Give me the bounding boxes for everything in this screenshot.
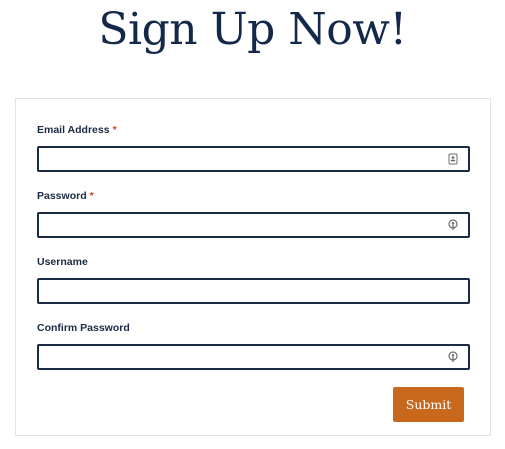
- username-field-box: [37, 278, 470, 304]
- confirm-password-label-text: Confirm Password: [37, 322, 130, 334]
- confirm-password-field-box: [37, 344, 470, 370]
- submit-button[interactable]: Submit: [393, 387, 464, 422]
- signup-form: Email Address * Password * Username Confir…: [15, 98, 491, 436]
- username-field[interactable]: [39, 280, 468, 302]
- confirm-password-field[interactable]: [39, 346, 468, 368]
- email-label-text: Email Address: [37, 124, 110, 136]
- email-required-mark: *: [112, 124, 117, 136]
- username-label: Username: [37, 255, 91, 269]
- password-field-box: [37, 212, 470, 238]
- confirm-password-label: Confirm Password: [37, 321, 133, 335]
- password-label: Password *: [37, 189, 94, 203]
- password-required-mark: *: [89, 190, 94, 202]
- password-field[interactable]: [39, 214, 468, 236]
- email-field[interactable]: [39, 148, 468, 170]
- password-label-text: Password: [37, 190, 87, 202]
- key-icon[interactable]: [447, 219, 459, 231]
- email-label: Email Address *: [37, 123, 117, 137]
- key-icon[interactable]: [447, 351, 459, 363]
- username-label-text: Username: [37, 256, 88, 268]
- page-title: Sign Up Now!: [98, 4, 407, 55]
- email-field-box: [37, 146, 470, 172]
- contact-card-icon[interactable]: [447, 153, 459, 165]
